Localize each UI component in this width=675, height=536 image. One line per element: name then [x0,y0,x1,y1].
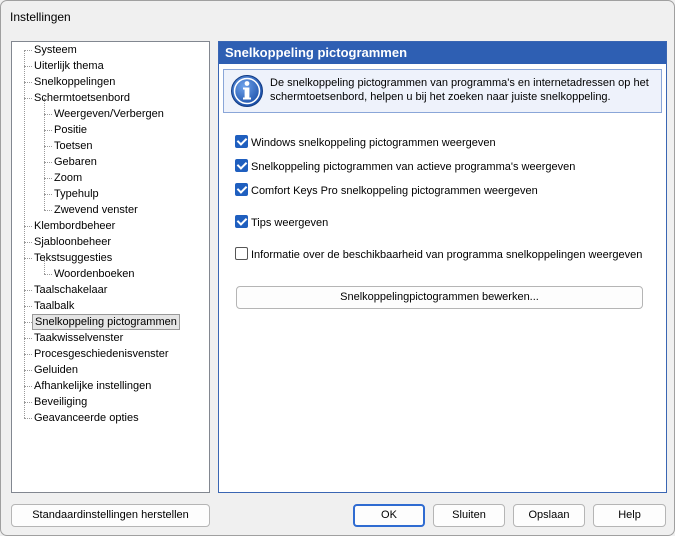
tree-item[interactable]: Snelkoppelingen [32,74,117,90]
settings-window: Instellingen Systeem Uiterlijk thema Snelk… [0,0,675,536]
tree-connector [24,98,32,99]
tree-item[interactable]: Beveiliging [32,394,89,410]
info-box: De snelkoppeling pictogrammen van progra… [223,69,662,113]
tree-connector [24,338,32,339]
tree-connector [24,242,32,243]
tree-item[interactable]: Procesgeschiedenisvenster [32,346,171,362]
tree-item[interactable]: Zwevend venster [52,202,140,218]
close-button[interactable]: Sluiten [433,504,505,527]
tree-connector [44,194,52,195]
checkbox-icon[interactable] [235,159,248,172]
tree-connector [24,306,32,307]
checkbox-active-program-icons[interactable]: Snelkoppeling pictogrammen van actieve p… [235,159,575,175]
tree-connector [24,418,32,419]
tree-connector [24,82,32,83]
tree-connector [44,130,52,131]
tree-connector [24,370,32,371]
checkbox-comfort-keys-icons[interactable]: Comfort Keys Pro snelkoppeling pictogram… [235,183,538,199]
info-text: De snelkoppeling pictogrammen van progra… [270,77,649,103]
tree-item[interactable]: Typehulp [52,186,101,202]
settings-panel: Snelkoppeling pictogrammen De snelkoppel… [218,41,667,493]
tree-connector [44,146,52,147]
tree-connector [24,258,32,259]
panel-title: Snelkoppeling pictogrammen [219,42,666,64]
tree-connector [24,50,32,51]
tree-item[interactable]: Toetsen [52,138,95,154]
tree-connector [44,178,52,179]
tree-item[interactable]: Woordenboeken [52,266,137,282]
tree-item[interactable]: Klembordbeheer [32,218,117,234]
window-title: Instellingen [10,10,71,24]
tree-item[interactable]: Afhankelijke instellingen [32,378,153,394]
tree-connector [24,402,32,403]
checkbox-icon[interactable] [235,215,248,228]
checkbox-availability-info[interactable]: Informatie over de beschikbaarheid van p… [235,247,642,263]
tree-connector [24,66,32,67]
tree-connector [24,50,25,418]
reset-defaults-button[interactable]: Standaardinstellingen herstellen [11,504,210,527]
tree-item[interactable]: Schermtoetsenbord [32,90,132,106]
help-button[interactable]: Help [593,504,666,527]
checkbox-icon[interactable] [235,183,248,196]
tree-item[interactable]: Taakwisselvenster [32,330,125,346]
tree-connector [24,386,32,387]
tree-item[interactable]: Positie [52,122,89,138]
save-button[interactable]: Opslaan [513,504,585,527]
tree-item[interactable]: Sjabloonbeheer [32,234,113,250]
checkbox-show-tips[interactable]: Tips weergeven [235,215,328,231]
tree-connector [44,114,52,115]
tree-item[interactable]: Taalbalk [32,298,76,314]
tree-connector [24,290,32,291]
tree-item[interactable]: Tekstsuggesties [32,250,114,266]
tree-item[interactable]: Weergeven/Verbergen [52,106,166,122]
tree-connector [44,274,52,275]
tree-connector [44,162,52,163]
tree-item[interactable]: Gebaren [52,154,99,170]
settings-tree[interactable]: Systeem Uiterlijk thema Snelkoppelingen Sch… [11,41,210,493]
checkbox-icon[interactable] [235,247,248,260]
tree-connector [24,322,32,323]
ok-button[interactable]: OK [353,504,425,527]
tree-item[interactable]: Geluiden [32,362,80,378]
tree-item[interactable]: Snelkoppeling pictogrammen [32,314,180,330]
tree-item[interactable]: Uiterlijk thema [32,58,106,74]
tree-item[interactable]: Geavanceerde opties [32,410,141,426]
checkbox-icon[interactable] [235,135,248,148]
tree-item[interactable]: Systeem [32,42,79,58]
tree-item[interactable]: Zoom [52,170,84,186]
edit-icons-button[interactable]: Snelkoppelingpictogrammen bewerken... [236,286,643,309]
checkbox-windows-icons[interactable]: Windows snelkoppeling pictogrammen weerg… [235,135,496,151]
info-icon [231,75,263,107]
tree-item[interactable]: Taalschakelaar [32,282,109,298]
tree-connector [24,226,32,227]
tree-connector [44,210,52,211]
tree-connector [24,354,32,355]
